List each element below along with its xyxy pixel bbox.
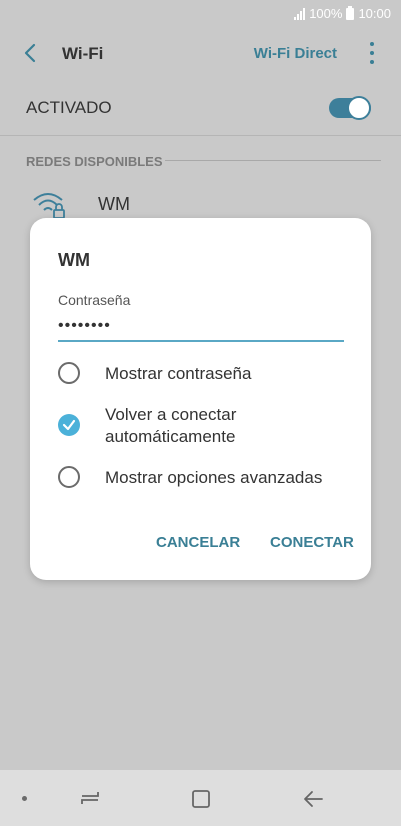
signal-icon bbox=[294, 7, 306, 20]
battery-icon bbox=[346, 5, 355, 20]
available-networks-header: REDES DISPONIBLES bbox=[26, 154, 163, 169]
checkmark-icon bbox=[62, 419, 76, 431]
status-icons: 100% 10:00 bbox=[294, 5, 391, 21]
wifi-toggle-label: ACTIVADO bbox=[26, 98, 112, 117]
dialog-title: WM bbox=[58, 250, 90, 270]
navigation-bar bbox=[0, 770, 401, 826]
auto-reconnect-checkbox[interactable] bbox=[58, 414, 80, 436]
section-divider bbox=[165, 160, 381, 161]
network-name: WM bbox=[98, 194, 130, 214]
show-password-option[interactable]: Mostrar contraseña bbox=[58, 360, 358, 400]
wifi-toggle-row[interactable]: ACTIVADO bbox=[0, 84, 401, 134]
back-nav-icon[interactable] bbox=[302, 788, 324, 810]
wifi-password-dialog: WM Contraseña Mostrar contraseña Volver … bbox=[30, 218, 371, 580]
cancel-button[interactable]: CANCELAR bbox=[156, 534, 240, 551]
more-options-icon[interactable] bbox=[369, 42, 375, 64]
auto-reconnect-option[interactable]: Volver a conectar automáticamente bbox=[58, 404, 358, 456]
auto-reconnect-label-line2: automáticamente bbox=[105, 427, 236, 446]
app-bar: Wi-Fi Wi-Fi Direct bbox=[0, 28, 401, 80]
advanced-options-checkbox[interactable] bbox=[58, 466, 80, 488]
advanced-options-label: Mostrar opciones avanzadas bbox=[105, 468, 323, 487]
connect-button[interactable]: CONECTAR bbox=[270, 534, 354, 551]
status-bar: 100% 10:00 bbox=[0, 0, 401, 28]
home-icon[interactable] bbox=[190, 788, 212, 810]
divider bbox=[0, 135, 401, 136]
recent-apps-icon[interactable] bbox=[78, 788, 102, 808]
advanced-options-option[interactable]: Mostrar opciones avanzadas bbox=[58, 464, 358, 504]
show-password-checkbox[interactable] bbox=[58, 362, 80, 384]
password-input[interactable] bbox=[58, 312, 344, 342]
auto-reconnect-label-line1: Volver a conectar bbox=[105, 405, 237, 424]
wifi-toggle-switch[interactable] bbox=[329, 96, 371, 120]
back-arrow-icon[interactable] bbox=[18, 40, 44, 66]
password-label: Contraseña bbox=[58, 292, 131, 308]
show-password-label: Mostrar contraseña bbox=[105, 364, 252, 383]
page-title: Wi-Fi bbox=[62, 44, 104, 63]
clock: 10:00 bbox=[358, 6, 391, 21]
nav-dot-icon bbox=[22, 796, 27, 801]
wifi-direct-button[interactable]: Wi-Fi Direct bbox=[254, 45, 337, 62]
battery-percent: 100% bbox=[309, 6, 343, 21]
